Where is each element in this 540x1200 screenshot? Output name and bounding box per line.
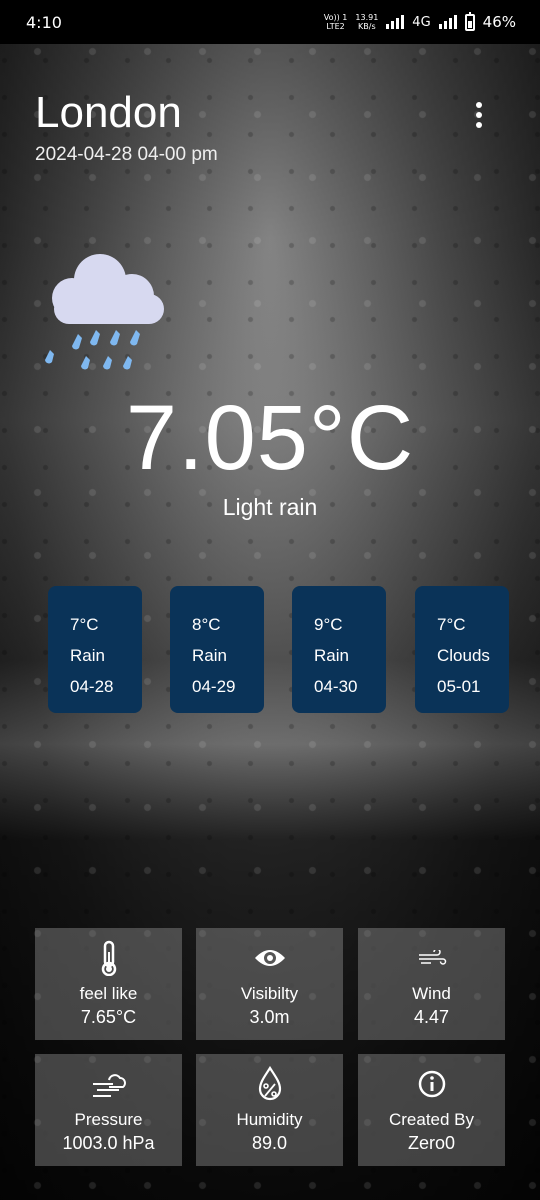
tile-label: Visibilty	[240, 984, 299, 1003]
forecast-date: 05-01	[437, 677, 481, 696]
forecast-temp: 7°C	[437, 615, 466, 634]
forecast-date: 04-28	[70, 677, 114, 696]
forecast-date: 04-29	[192, 677, 236, 696]
humidity-icon	[258, 1066, 281, 1101]
tile-label: Created By	[388, 1110, 475, 1129]
forecast-card[interactable]: 8°C Rain 04-29	[170, 586, 264, 713]
visibility-tile: Visibilty 3.0m	[196, 928, 343, 1040]
eye-icon	[254, 950, 285, 966]
feels-like-tile: feel like 7.65°C	[35, 928, 182, 1040]
tile-value: Zero0	[407, 1133, 456, 1153]
info-icon	[418, 1070, 445, 1098]
thermometer-icon	[101, 940, 116, 976]
wind-tile: Wind 4.47	[358, 928, 505, 1040]
forecast-temp: 8°C	[192, 615, 221, 634]
weather-description: Light rain	[222, 494, 318, 520]
network-speed: 13.91 KB/s	[355, 13, 379, 31]
forecast-condition: Rain	[314, 646, 349, 665]
forecast-condition: Rain	[70, 646, 105, 665]
forecast-card[interactable]: 7°C Clouds 05-01	[415, 586, 509, 713]
forecast-card[interactable]: 7°C Rain 04-28	[48, 586, 142, 713]
tile-value: 3.0m	[249, 1007, 290, 1027]
tile-label: Humidity	[236, 1110, 303, 1129]
forecast-condition: Clouds	[437, 646, 490, 665]
pressure-tile: Pressure 1003.0 hPa	[35, 1054, 182, 1166]
menu-dot	[476, 122, 482, 128]
forecast-list[interactable]: 7°C Rain 04-28 8°C Rain 04-29 9°C Rain 0…	[48, 586, 540, 714]
tile-value: 1003.0 hPa	[62, 1133, 155, 1153]
battery-level: 46%	[482, 13, 516, 31]
tile-value: 7.65°C	[80, 1007, 137, 1027]
current-temperature: 7.05°C	[125, 387, 415, 489]
signal-icon	[386, 15, 405, 29]
tile-value: 4.47	[413, 1007, 450, 1027]
weather-screen: London 2024-04-28 04-00 pm 7.05°C Light …	[0, 0, 540, 1200]
forecast-date: 04-30	[314, 677, 358, 696]
volte-indicator: Vo)) 1 LTE2	[323, 13, 348, 31]
created-by-tile: Created By Zero0	[358, 1054, 505, 1166]
tile-value: 89.0	[251, 1133, 288, 1153]
menu-dot	[476, 102, 482, 108]
tile-label: Pressure	[74, 1110, 143, 1129]
rain-cloud-icon	[45, 254, 164, 370]
city-name: London	[35, 88, 182, 137]
tile-label: Wind	[412, 984, 451, 1003]
network-type: 4G	[412, 14, 431, 30]
battery-icon	[464, 11, 475, 31]
forecast-temp: 7°C	[70, 615, 99, 634]
pressure-icon	[92, 1074, 126, 1097]
tile-label: feel like	[79, 984, 138, 1003]
status-bar: 4:10 Vo)) 1 LTE2 13.91 KB/s 4G 46%	[0, 0, 540, 44]
status-time: 4:10	[26, 12, 62, 32]
humidity-tile: Humidity 89.0	[196, 1054, 343, 1166]
overflow-menu-button[interactable]	[468, 100, 490, 130]
forecast-card[interactable]: 9°C Rain 04-30	[292, 586, 386, 713]
wind-icon	[418, 950, 446, 965]
forecast-condition: Rain	[192, 646, 227, 665]
signal-icon-2	[438, 15, 457, 29]
date-time: 2024-04-28 04-00 pm	[35, 144, 218, 165]
forecast-temp: 9°C	[314, 615, 343, 634]
menu-dot	[476, 112, 482, 118]
status-icons: Vo)) 1 LTE2 13.91 KB/s 4G 46%	[323, 11, 516, 31]
